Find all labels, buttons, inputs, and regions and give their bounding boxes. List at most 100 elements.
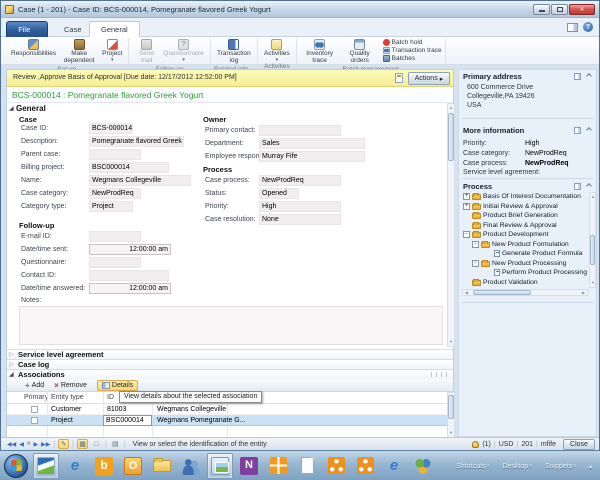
scroll-up-icon[interactable]: ▲ — [590, 194, 596, 200]
collapse-minus-icon[interactable]: - — [472, 241, 479, 248]
quality-orders-button[interactable]: Quality orders — [340, 38, 380, 65]
taskbar-document[interactable] — [294, 453, 320, 479]
field-datetime-answered[interactable]: 12:00:00 am — [89, 283, 171, 294]
taskbar-explorer-folder[interactable] — [149, 453, 175, 479]
splitter-handle[interactable] — [431, 372, 447, 377]
taskbar-bing[interactable]: b — [91, 453, 117, 479]
tree-vertical-scrollbar[interactable]: ▲ ▼ — [589, 192, 596, 288]
details-button[interactable]: Details — [96, 379, 139, 391]
section-associations[interactable]: ◢ Associations — [7, 369, 453, 379]
taskbar-dynamics-ax[interactable] — [33, 452, 59, 479]
factbox-menu-icon[interactable] — [574, 127, 581, 134]
company-indicator[interactable]: 201 — [521, 441, 533, 448]
field-description[interactable]: Pomegranate flavored Greek Yogur — [89, 136, 184, 147]
taskbar-photo-viewer[interactable] — [207, 452, 233, 479]
column-id[interactable]: ID — [107, 392, 114, 404]
field-primary-contact[interactable] — [259, 125, 341, 136]
notifications-bell-icon[interactable] — [472, 440, 480, 448]
notes-field[interactable] — [19, 306, 443, 345]
section-case-log[interactable]: ▷ Case log — [7, 359, 453, 369]
remove-button[interactable]: × Remove — [54, 381, 87, 390]
collapse-chevron-icon[interactable] — [586, 183, 592, 189]
tree-item-final-review[interactable]: Final Review & Approval — [472, 221, 557, 230]
batch-hold-button[interactable]: Batch hold — [382, 39, 442, 46]
column-entity-type[interactable]: Entity type — [51, 392, 84, 404]
project-button[interactable]: Project ▾ — [99, 38, 125, 62]
association-row-customer[interactable]: Customer 81003 Wegmans Collegeville — [7, 404, 448, 415]
factbox-menu-icon[interactable] — [574, 183, 581, 190]
field-case-resolution[interactable]: None — [259, 214, 341, 225]
scrollbar-thumb[interactable] — [448, 113, 454, 161]
tree-item-new-product-formulation[interactable]: - New Product Formulation — [472, 240, 569, 249]
field-department[interactable]: Sales — [259, 138, 365, 149]
scrollbar-thumb[interactable] — [590, 235, 595, 265]
field-contact-id[interactable] — [89, 270, 169, 281]
toolbar-snippets[interactable]: Snippets» — [545, 463, 576, 470]
new-window-button[interactable]: □ — [91, 439, 102, 449]
field-priority[interactable]: High — [259, 201, 341, 212]
questionnaire-button[interactable]: ? Questionnaire ▾ — [160, 38, 206, 62]
primary-checkbox[interactable] — [31, 406, 38, 413]
taskbar-dynamics-logo[interactable] — [410, 453, 436, 479]
close-button[interactable]: Close — [563, 438, 595, 450]
collapse-minus-icon[interactable]: - — [472, 260, 479, 267]
batches-button[interactable]: Batches — [382, 55, 442, 62]
taskbar-app-grid[interactable] — [265, 453, 291, 479]
tree-item-generate-product-formula[interactable]: Generate Product Formula — [494, 249, 582, 258]
currency-indicator[interactable]: USD — [499, 441, 514, 448]
make-dependent-button[interactable]: Make dependent — [59, 38, 99, 65]
scroll-down-icon[interactable]: ▼ — [448, 430, 454, 436]
show-hidden-icons-button[interactable]: ▴ — [589, 463, 592, 470]
activities-button[interactable]: Activities ▾ — [261, 38, 293, 62]
section-expanded-icon[interactable]: ◢ — [9, 105, 14, 112]
grid-view-button[interactable]: ▦ — [77, 439, 88, 449]
expand-plus-icon[interactable]: + — [463, 193, 470, 200]
taskbar-outlook[interactable]: O — [120, 453, 146, 479]
collapse-minus-icon[interactable]: - — [463, 231, 470, 238]
minimize-button[interactable] — [533, 3, 550, 15]
file-tab[interactable]: File ▾ — [6, 21, 48, 37]
tree-horizontal-scrollbar[interactable]: ◀ ▶ — [462, 289, 588, 296]
transaction-log-button[interactable]: Transaction log — [214, 38, 254, 65]
taskbar-internet-explorer-2[interactable]: e — [381, 453, 407, 479]
taskbar-org-app-2[interactable] — [352, 453, 378, 479]
grid-scrollbar[interactable]: ▼ — [447, 392, 455, 438]
tab-case[interactable]: Case — [53, 21, 93, 37]
taskbar-onenote[interactable]: N — [236, 453, 262, 479]
add-button[interactable]: + Add — [25, 381, 44, 390]
maximize-button[interactable] — [551, 3, 568, 15]
close-window-button[interactable]: ✕ — [569, 3, 595, 15]
toolbar-desktop[interactable]: Desktop» — [502, 463, 531, 470]
responsibilities-button[interactable]: Responsibilities — [8, 38, 59, 58]
alert-document-icon[interactable] — [395, 73, 403, 83]
actions-button[interactable]: Actions ▸ — [408, 72, 450, 85]
transaction-trace-button[interactable]: Transaction trace — [382, 47, 442, 54]
field-billing-project[interactable]: BSC000014 — [89, 162, 169, 173]
tree-item-perform-product-processing[interactable]: Perform Product Processing — [494, 268, 587, 277]
next-record-icon[interactable]: ▶ — [33, 441, 38, 448]
field-status[interactable]: Opened — [259, 188, 299, 199]
field-employee-responsible[interactable]: Murray Fife — [259, 151, 365, 162]
field-case-id[interactable]: BCS-000014 — [89, 123, 133, 134]
user-indicator[interactable]: mfife — [541, 441, 556, 448]
title-bar[interactable]: Case (1 - 201) - Case ID: BCS-000014, Po… — [1, 1, 599, 18]
field-case-category[interactable]: NewProdReq — [89, 188, 141, 199]
scroll-down-icon[interactable]: ▼ — [590, 280, 596, 286]
scroll-up-icon[interactable]: ▲ — [448, 105, 454, 111]
field-datetime-sent[interactable]: 12:00:00 am — [89, 244, 171, 255]
taskbar-internet-explorer[interactable]: e — [62, 453, 88, 479]
field-case-process[interactable]: NewProdReq — [259, 175, 341, 186]
help-icon[interactable]: ? — [583, 22, 593, 32]
form-scrollbar[interactable]: ▲ ▼ — [447, 103, 455, 347]
edit-record-button[interactable]: ✎ — [58, 439, 70, 449]
expand-plus-icon[interactable]: + — [463, 203, 470, 210]
scrollbar-thumb[interactable] — [448, 395, 454, 419]
send-mail-button[interactable]: Send mail — [132, 38, 160, 65]
field-questionnaire[interactable] — [89, 257, 141, 268]
collapse-chevron-icon[interactable] — [586, 127, 592, 133]
previous-record-icon[interactable]: ◀ — [19, 441, 24, 448]
collapse-chevron-icon[interactable] — [586, 73, 592, 79]
last-record-icon[interactable]: ▶▶ — [41, 441, 50, 448]
scroll-left-icon[interactable]: ◀ — [465, 290, 468, 295]
stop-icon[interactable]: ■ — [27, 441, 31, 447]
